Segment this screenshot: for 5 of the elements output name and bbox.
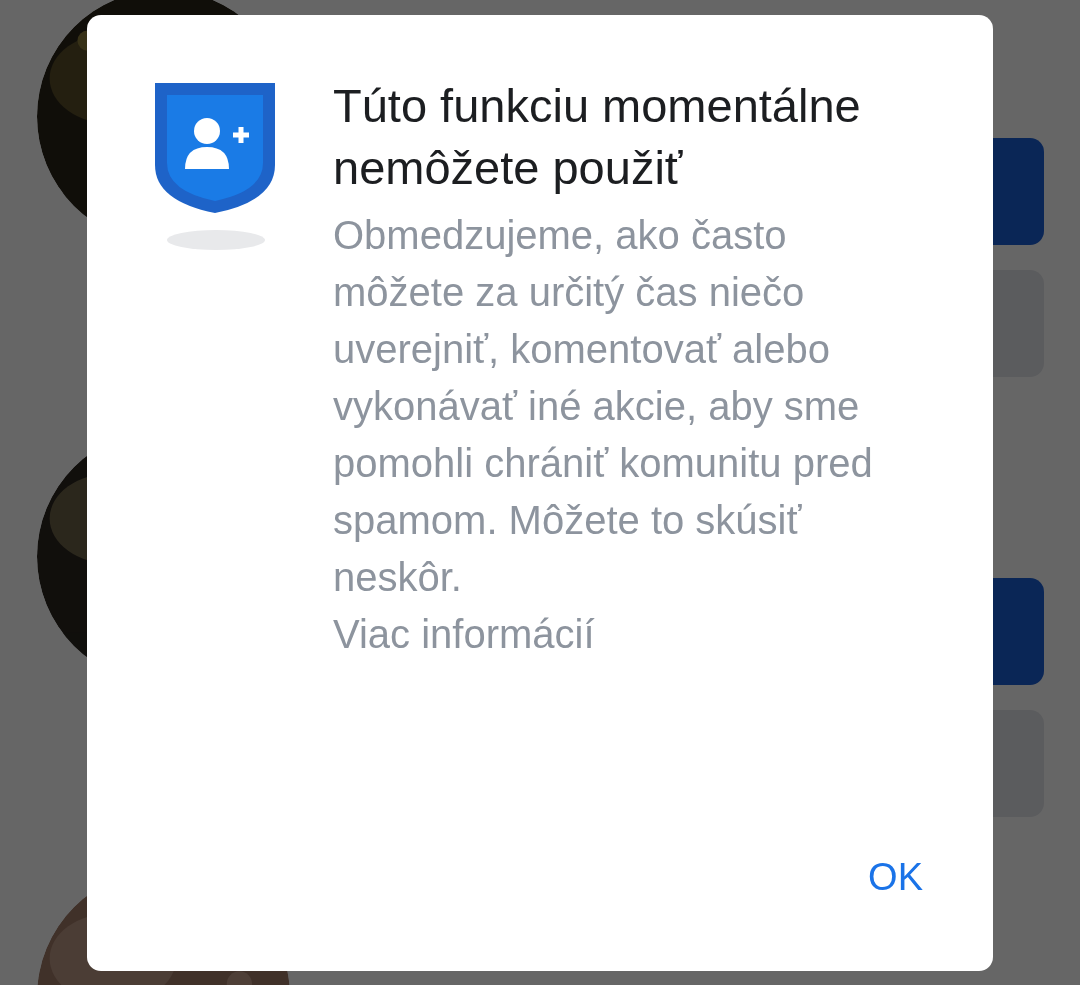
dialog-message: Obmedzujeme, ako často môžete za určitý čas niečo uverejniť, komentovať alebo vykonávať iné akcie, aby sme pomohli chrániť komunitu pred spamom. Môžete to skúsiť neskôr. (333, 211, 874, 601)
dialog-title: Túto funkciu momentálne nemôžete použiť (333, 77, 862, 196)
ok-button[interactable]: OK (838, 851, 953, 903)
more-info-link[interactable]: Viac informácií (333, 605, 595, 663)
shield-person-icon (155, 82, 277, 251)
